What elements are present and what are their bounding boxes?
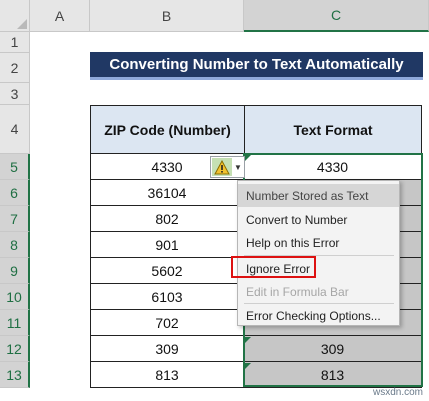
error-smart-tag-button[interactable]: ▼ [210,156,245,178]
zip-cell[interactable]: 802 [90,206,244,232]
select-all-triangle-icon [17,19,27,29]
row-header-3[interactable]: 3 [0,83,30,105]
row-header-8[interactable]: 8 [0,232,30,258]
row-header-12[interactable]: 12 [0,336,30,362]
row-header-1[interactable]: 1 [0,32,30,53]
error-indicator-icon [245,155,251,161]
zip-cell[interactable]: 36104 [90,180,244,206]
column-header-b[interactable]: B [90,0,244,32]
header-zip-code: ZIP Code (Number) [90,105,245,154]
header-text-format: Text Format [244,105,422,154]
zip-value: 4330 [151,158,183,175]
zip-value: 813 [155,366,179,383]
zip-value: 6103 [151,288,183,305]
text-format-cell[interactable]: 309 [244,336,422,362]
menu-item-convert-to-number[interactable]: Convert to Number [238,208,399,231]
text-format-value: 309 [320,340,345,357]
text-format-value: 813 [320,366,345,383]
column-header-c[interactable]: C [244,0,429,32]
zip-cell[interactable]: 813 [90,362,244,388]
zip-cell[interactable]: 702 [90,310,244,336]
row-header-9[interactable]: 9 [0,258,30,284]
menu-item-error-checking-options[interactable]: Error Checking Options... [238,304,399,327]
zip-value: 36104 [147,184,187,201]
watermark: wsxdn.com [372,387,423,398]
row-header-10[interactable]: 10 [0,284,30,310]
text-format-cell[interactable]: 813 [244,362,422,388]
error-indicator-icon [245,337,251,343]
column-header-a[interactable]: A [30,0,90,32]
row-header-4[interactable]: 4 [0,105,30,154]
sheet-title-banner: Converting Number to Text Automatically [90,52,423,80]
warning-triangle-icon [212,158,232,176]
text-format-value: 4330 [316,158,349,175]
zip-cell[interactable]: 5602 [90,258,244,284]
menu-header-number-stored-as-text: Number Stored as Text [238,184,399,207]
menu-item-edit-in-formula-bar: Edit in Formula Bar [246,284,349,299]
zip-value: 702 [155,314,179,331]
zip-value: 901 [155,236,179,253]
zip-value: 5602 [151,262,183,279]
zip-cell[interactable]: 6103 [90,284,244,310]
error-indicator-icon [245,363,251,369]
row-header-11[interactable]: 11 [0,310,30,336]
text-format-cell-active[interactable]: 4330 [244,154,422,180]
row-header-5[interactable]: 5 [0,154,30,180]
row-header-13[interactable]: 13 [0,362,30,388]
error-options-menu: Number Stored as Text Convert to Number … [237,180,400,326]
chevron-down-icon: ▼ [234,162,242,172]
zip-value: 309 [155,340,179,357]
menu-item-help-on-error[interactable]: Help on this Error [238,231,399,254]
ignore-error-highlight-box [231,256,316,278]
row-header-6[interactable]: 6 [0,180,30,206]
row-header-7[interactable]: 7 [0,206,30,232]
zip-value: 802 [155,210,179,227]
row-header-2[interactable]: 2 [0,53,30,83]
select-all-corner[interactable] [0,0,30,32]
zip-cell[interactable]: 309 [90,336,244,362]
zip-cell[interactable]: 901 [90,232,244,258]
